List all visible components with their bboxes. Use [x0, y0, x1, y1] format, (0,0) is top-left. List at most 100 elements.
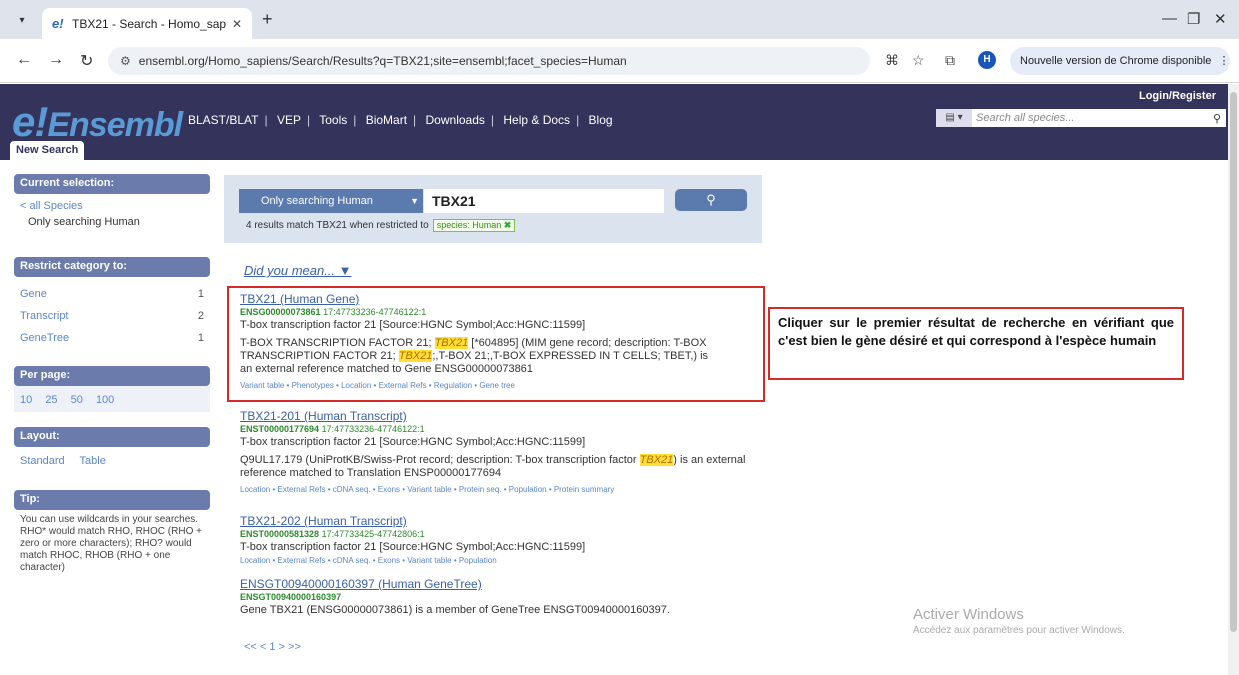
current-selection-panel: Current selection: < all Species Only se…	[14, 174, 210, 234]
login-register-link[interactable]: Login/Register	[1139, 90, 1216, 102]
result-description: Gene TBX21 (ENSG00000073861) is a member…	[240, 604, 670, 616]
restore-icon[interactable]: ❐	[1187, 10, 1200, 28]
result-title-link[interactable]: ENSGT00940000160397 (Human GeneTree)	[240, 578, 780, 591]
instruction-note: Cliquer sur le premier résultat de reche…	[768, 307, 1184, 380]
forward-icon[interactable]: →	[48, 51, 64, 69]
search-icon: ⚲	[706, 192, 716, 207]
layout-table[interactable]: Table	[80, 455, 106, 467]
highlight: TBX21	[639, 454, 674, 466]
facet-gene[interactable]: Gene 1	[20, 283, 204, 305]
profile-avatar[interactable]: H	[978, 51, 996, 69]
result-extra: Q9UL17.179 (UniProtKB/Swiss-Prot record;…	[240, 454, 780, 480]
menu-blast[interactable]: BLAST/BLAT	[188, 113, 258, 127]
scope-label: Only searching Human	[261, 195, 373, 207]
current-selection-heading: Current selection:	[14, 174, 210, 194]
result-description: T-box transcription factor 21 [Source:HG…	[240, 436, 586, 448]
minimize-icon[interactable]: —	[1162, 10, 1177, 27]
watermark-line2: Accédez aux paramètres pour activer Wind…	[913, 625, 1125, 636]
page-scrollbar[interactable]	[1228, 84, 1239, 675]
scrollbar-thumb[interactable]	[1230, 92, 1237, 632]
menu-downloads[interactable]: Downloads	[426, 113, 485, 127]
new-tab-icon[interactable]: +	[262, 9, 273, 30]
layout-panel: Layout: Standard Table	[14, 427, 210, 473]
search-panel: Only searching Human ▼ TBX21 ⚲ 4 results …	[224, 175, 762, 243]
species-filter-badge[interactable]: species: Human ✖	[432, 219, 516, 232]
facet-label: GeneTree	[20, 332, 70, 344]
extensions-icon[interactable]: ⧉	[945, 52, 955, 69]
did-you-mean-link[interactable]: Did you mean... ▼	[244, 263, 352, 278]
address-bar-row: ← → ↻ ⚙ ensembl.org/Homo_sapiens/Search/…	[0, 39, 1239, 83]
query-input[interactable]: TBX21	[424, 189, 664, 213]
tip-panel: Tip: You can use wildcards in your searc…	[14, 490, 210, 578]
ensembl-header: e!Ensembl BLAST/BLAT | VEP | Tools | BioMar…	[0, 84, 1228, 160]
search-scope-dropdown[interactable]: Only searching Human ▼	[239, 189, 423, 213]
menu-biomart[interactable]: BioMart	[366, 113, 407, 127]
layout-standard[interactable]: Standard	[20, 455, 65, 467]
restrict-heading: Restrict category to:	[14, 257, 210, 277]
site-info-icon[interactable]: ⚙	[120, 54, 131, 68]
result-description: T-box transcription factor 21 [Source:HG…	[240, 541, 586, 553]
location: 17:47733425-47742806:1	[321, 529, 425, 539]
result-title-link[interactable]: TBX21-201 (Human Transcript)	[240, 410, 780, 423]
per-page-10[interactable]: 10	[20, 394, 32, 406]
restrict-category-panel: Restrict category to: Gene 1 Transcript 2 …	[14, 257, 210, 353]
menu-vep[interactable]: VEP	[277, 113, 301, 127]
species-search-input[interactable]: Search all species...	[972, 112, 1208, 124]
result-id: ENST00000177694 17:47733236-47746122:1	[240, 423, 780, 436]
translate-icon[interactable]: ⌘	[885, 52, 899, 69]
browser-tab[interactable]: e! TBX21 - Search - Homo_sapien ✕	[42, 8, 252, 39]
tab-search-chevron-icon[interactable]: ▾	[12, 11, 32, 31]
back-icon[interactable]: ←	[16, 51, 32, 69]
menu-blog[interactable]: Blog	[589, 113, 613, 127]
result-links[interactable]: Location • External Refs • cDNA seq. • E…	[240, 554, 780, 567]
facet-label: Gene	[20, 288, 47, 300]
highlight-box	[227, 286, 765, 402]
new-search-tab[interactable]: New Search	[10, 141, 85, 160]
facet-genetree[interactable]: GeneTree 1	[20, 327, 204, 349]
tab-close-icon[interactable]: ✕	[232, 17, 242, 31]
menu-tools[interactable]: Tools	[319, 113, 347, 127]
per-page-panel: Per page: 10 25 50 100	[14, 366, 210, 412]
summary-text: 4 results match TBX21 when restricted to	[246, 220, 429, 231]
results-summary: 4 results match TBX21 when restricted to…	[246, 219, 516, 232]
search-button[interactable]: ⚲	[675, 189, 747, 211]
per-page-50[interactable]: 50	[71, 394, 83, 406]
tip-text: You can use wildcards in your searches. …	[20, 514, 202, 573]
watermark-line1: Activer Windows	[913, 606, 1024, 623]
per-page-heading: Per page:	[14, 366, 210, 386]
more-menu-icon[interactable]: ⋮	[1218, 55, 1229, 67]
result-item: ENSGT00940000160397 (Human GeneTree) ENS…	[240, 578, 780, 617]
per-page-100[interactable]: 100	[96, 394, 114, 406]
reload-icon[interactable]: ↻	[80, 51, 93, 71]
result-title-link[interactable]: TBX21-202 (Human Transcript)	[240, 515, 780, 528]
facet-label: Transcript	[20, 310, 69, 322]
extra-text: Q9UL17.179 (UniProtKB/Swiss-Prot record;…	[240, 454, 640, 466]
result-links[interactable]: Location • External Refs • cDNA seq. • E…	[240, 483, 780, 496]
badge-label: species: Human	[436, 220, 502, 230]
bookmark-star-icon[interactable]: ☆	[912, 52, 925, 69]
pagination[interactable]: << < 1 > >>	[244, 641, 301, 653]
tab-title: TBX21 - Search - Homo_sapien	[72, 16, 226, 31]
top-menu: BLAST/BLAT | VEP | Tools | BioMart | Downloa…	[188, 113, 613, 127]
remove-filter-icon[interactable]: ✖	[504, 220, 512, 230]
chrome-update-button[interactable]: Nouvelle version de Chrome disponible ⋮	[1010, 47, 1230, 75]
per-page-25[interactable]: 25	[45, 394, 57, 406]
tip-heading: Tip:	[14, 490, 210, 510]
tab-strip: ▾ e! TBX21 - Search - Homo_sapien ✕ + — …	[0, 0, 1239, 39]
facet-count: 1	[197, 332, 204, 344]
address-bar[interactable]: ⚙ ensembl.org/Homo_sapiens/Search/Result…	[108, 47, 870, 75]
species-dropdown[interactable]: ▤ ▾	[936, 109, 972, 127]
facet-transcript[interactable]: Transcript 2	[20, 305, 204, 327]
layout-heading: Layout:	[14, 427, 210, 447]
menu-help-docs[interactable]: Help & Docs	[503, 113, 570, 127]
location: 17:47733236-47746122:1	[321, 424, 425, 434]
result-item: TBX21-202 (Human Transcript) ENST0000058…	[240, 515, 780, 567]
dropdown-arrow-icon: ▼	[410, 196, 419, 206]
all-species-link[interactable]: < all Species	[20, 198, 204, 214]
search-icon[interactable]: ⚲	[1208, 112, 1226, 125]
windows-activation-watermark: Activer Windows Accédez aux paramètres p…	[913, 606, 1125, 636]
close-window-icon[interactable]: ✕	[1214, 10, 1227, 28]
chrome-update-label: Nouvelle version de Chrome disponible	[1020, 55, 1212, 67]
ensembl-logo[interactable]: e!Ensembl	[12, 98, 183, 146]
ensembl-favicon-icon: e!	[52, 15, 64, 31]
